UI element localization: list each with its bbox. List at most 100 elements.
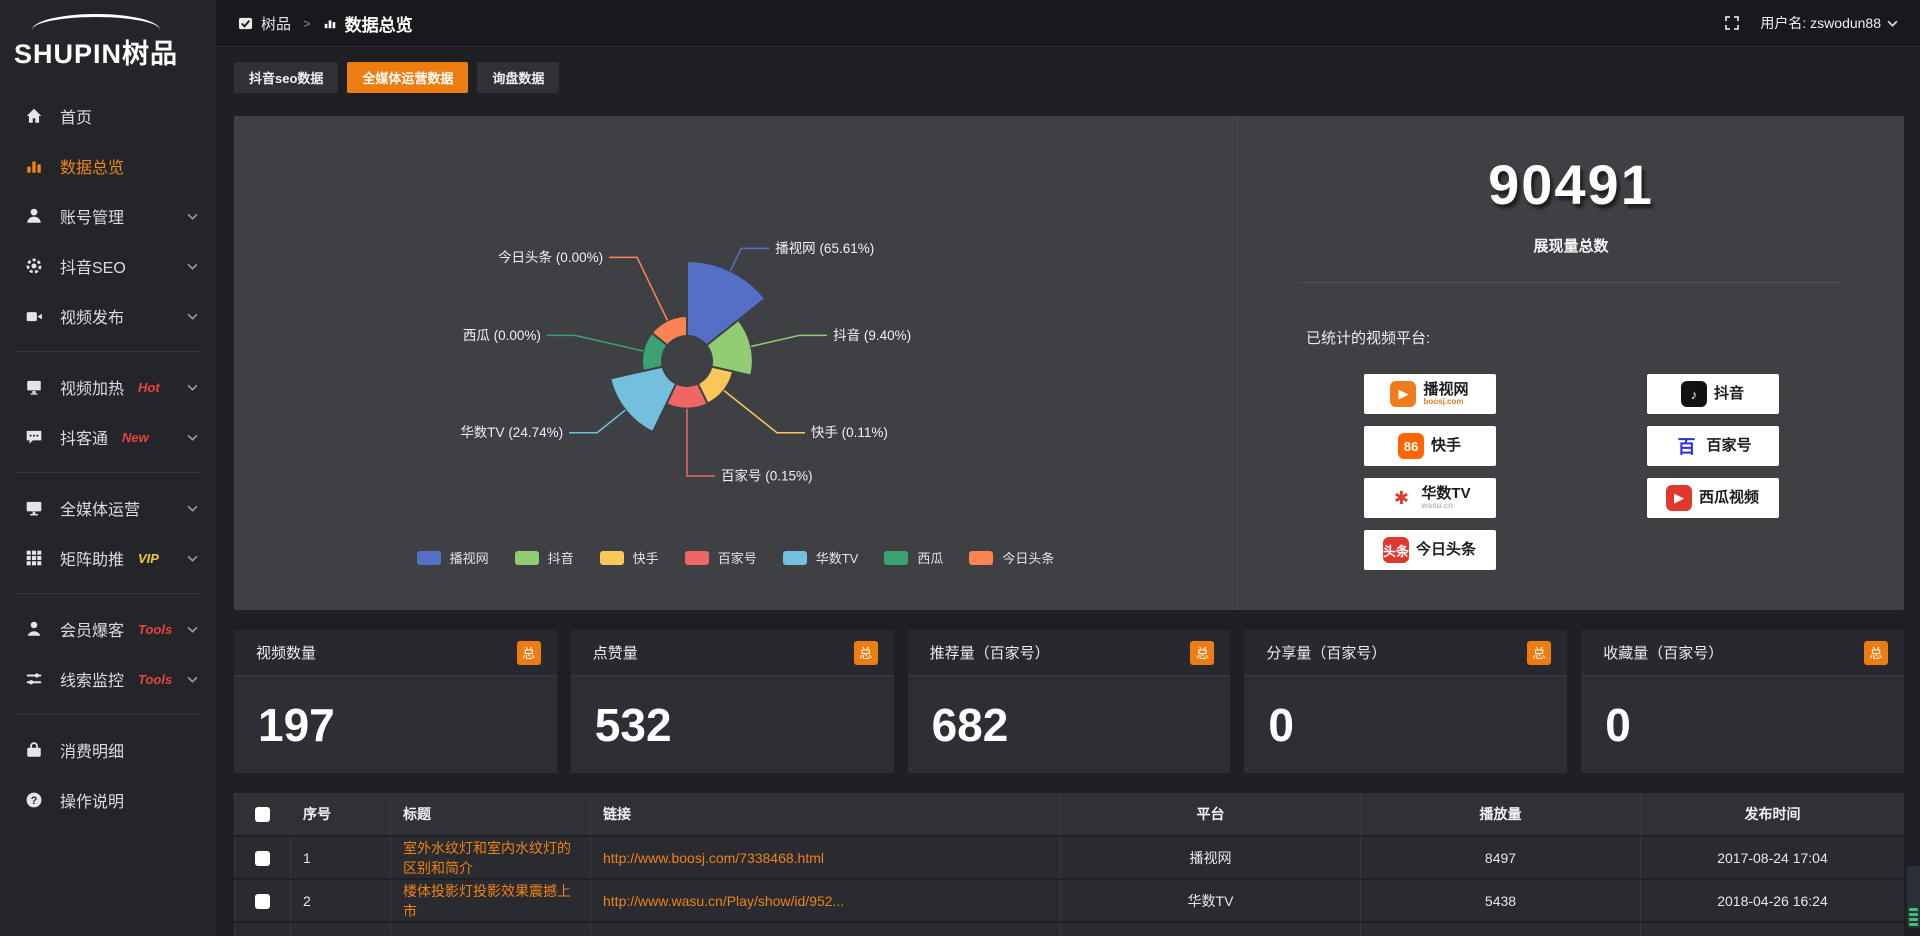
pie-label-line bbox=[730, 248, 769, 271]
legend-item-今日头条[interactable]: 今日头条 bbox=[969, 548, 1054, 567]
total-badge: 总 bbox=[1527, 641, 1551, 665]
breadcrumb-root[interactable]: 树品 bbox=[261, 13, 291, 34]
stat-card-1: 点赞量总532 bbox=[571, 630, 894, 773]
legend-item-华数TV[interactable]: 华数TV bbox=[783, 548, 859, 567]
chat-bubble-icon bbox=[24, 427, 44, 447]
sidebar-item-label: 操作说明 bbox=[60, 788, 124, 812]
tab-0[interactable]: 抖音seo数据 bbox=[234, 62, 338, 93]
screen-hot-icon bbox=[24, 377, 44, 397]
gear-icon bbox=[24, 256, 44, 276]
rose-chart-area: 播视网 (65.61%)抖音 (9.40%)快手 (0.11%)百家号 (0.1… bbox=[234, 116, 1237, 610]
grid-icon bbox=[24, 548, 44, 568]
video-url-link[interactable]: http://www.wasu.cn/Play/show/id/952... bbox=[591, 879, 1061, 922]
xigua-logo-icon: ▶ bbox=[1666, 485, 1692, 511]
sidebar-item-video-publish[interactable]: 视频发布 bbox=[0, 291, 216, 341]
chevron-down-icon bbox=[187, 555, 198, 562]
total-badge: 总 bbox=[1190, 641, 1214, 665]
video-url-link[interactable] bbox=[591, 922, 1061, 936]
tab-2[interactable]: 询盘数据 bbox=[477, 62, 559, 93]
stat-card-header: 收藏量（百家号）总 bbox=[1581, 630, 1904, 676]
monitor-icon bbox=[24, 498, 44, 518]
sidebar-item-douyin-seo[interactable]: 抖音SEO bbox=[0, 241, 216, 291]
home-icon bbox=[24, 106, 44, 126]
kuaishou-logo-icon: 86 bbox=[1398, 433, 1424, 459]
table-cell bbox=[1361, 922, 1641, 936]
chevron-down-icon bbox=[187, 434, 198, 441]
tab-1[interactable]: 全媒体运营数据 bbox=[347, 62, 468, 93]
pie-label: 华数TV (24.74%) bbox=[460, 425, 563, 440]
sidebar-item-label: 全媒体运营 bbox=[60, 496, 140, 520]
pie-slice-华数TV[interactable] bbox=[610, 367, 676, 432]
platform-name: 西瓜视频 bbox=[1699, 490, 1759, 506]
sidebar-item-label: 数据总览 bbox=[60, 154, 124, 178]
platform-name: 百家号 bbox=[1706, 438, 1751, 454]
video-url-link[interactable]: http://www.boosj.com/7338468.html bbox=[591, 836, 1061, 879]
fullscreen-icon[interactable] bbox=[1724, 15, 1740, 31]
select-all-checkbox[interactable] bbox=[255, 807, 270, 822]
legend-label: 播视网 bbox=[450, 548, 489, 567]
rose-pie-chart[interactable]: 播视网 (65.61%)抖音 (9.40%)快手 (0.11%)百家号 (0.1… bbox=[234, 116, 1237, 586]
topbar-right: 用户名: zswodun88 bbox=[1724, 13, 1898, 33]
platform-badge-baijiahao: 百百家号 bbox=[1647, 426, 1779, 466]
sidebar-item-tag: New bbox=[122, 430, 149, 445]
pie-label-line bbox=[724, 391, 805, 433]
stat-card-2: 推荐量（百家号）总682 bbox=[908, 630, 1231, 773]
legend-label: 百家号 bbox=[718, 548, 757, 567]
stat-card-header: 分享量（百家号） 总 bbox=[1244, 630, 1567, 676]
sidebar-item-media-operation[interactable]: 全媒体运营 bbox=[0, 483, 216, 533]
sidebar-item-tag: VIP bbox=[138, 551, 159, 566]
toutiao-logo-icon: 头条 bbox=[1383, 537, 1409, 563]
video-title-link[interactable] bbox=[391, 922, 591, 936]
legend-item-西瓜[interactable]: 西瓜 bbox=[884, 548, 943, 567]
row-checkbox[interactable] bbox=[255, 851, 270, 866]
stat-card-header: 视频数量总 bbox=[234, 630, 557, 676]
stat-card-header: 点赞量总 bbox=[571, 630, 894, 676]
breadcrumb-current: 数据总览 bbox=[345, 11, 413, 36]
legend-label: 快手 bbox=[633, 548, 659, 567]
video-table-wrap: 序号 标题 链接 平台 播放量 发布时间 1室外水纹灯和室内水纹灯的区别和简介h… bbox=[234, 793, 1904, 936]
pie-label-line bbox=[547, 335, 643, 351]
sidebar-item-operation-help[interactable]: ?操作说明 bbox=[0, 775, 216, 825]
legend-item-快手[interactable]: 快手 bbox=[600, 548, 659, 567]
video-title-link[interactable]: 楼体投影灯投影效果震撼上市 bbox=[391, 879, 591, 922]
boosj-logo-icon: ▶ bbox=[1390, 381, 1416, 407]
sidebar-item-data-overview[interactable]: 数据总览 bbox=[0, 141, 216, 191]
legend-swatch bbox=[515, 551, 539, 565]
douyin-logo-icon: ♪ bbox=[1681, 381, 1707, 407]
user-menu[interactable]: 用户名: zswodun88 bbox=[1760, 13, 1898, 33]
legend-item-播视网[interactable]: 播视网 bbox=[417, 548, 489, 567]
sidebar-item-clue-monitor[interactable]: 线索监控Tools bbox=[0, 654, 216, 704]
sidebar-item-matrix-boost[interactable]: 矩阵助推 VIP bbox=[0, 533, 216, 583]
total-badge: 总 bbox=[854, 641, 878, 665]
legend-item-抖音[interactable]: 抖音 bbox=[515, 548, 574, 567]
video-camera-icon bbox=[24, 306, 44, 326]
table-cell bbox=[235, 922, 291, 936]
stat-card-value: 0 bbox=[1581, 676, 1904, 752]
sidebar-item-member-baoke[interactable]: 会员爆客Tools bbox=[0, 604, 216, 654]
username-label: 用户名: zswodun88 bbox=[1760, 13, 1881, 33]
sidebar-item-douketong[interactable]: 抖客通New bbox=[0, 412, 216, 462]
platform-name: 华数TV bbox=[1421, 486, 1470, 502]
row-checkbox[interactable] bbox=[255, 894, 270, 909]
wasu-logo-icon: ✱ bbox=[1388, 485, 1414, 511]
sidebar-item-label: 视频发布 bbox=[60, 304, 124, 328]
person-icon bbox=[24, 619, 44, 639]
sidebar-item-consume-detail[interactable]: 消费明细 bbox=[0, 725, 216, 775]
sidebar-item-home[interactable]: 首页 bbox=[0, 91, 216, 141]
chevron-down-icon bbox=[187, 263, 198, 270]
sidebar-item-account-manage[interactable]: 账号管理 bbox=[0, 191, 216, 241]
video-title-link[interactable]: 室外水纹灯和室内水纹灯的区别和简介 bbox=[391, 836, 591, 879]
platform-badge-boosj: ▶播视网boosj.com bbox=[1364, 374, 1496, 414]
breadcrumb: 树品 > 数据总览 bbox=[238, 11, 413, 36]
floating-widget[interactable] bbox=[1907, 866, 1920, 928]
sidebar-item-label: 抖音SEO bbox=[60, 254, 126, 278]
sidebar-item-video-heat[interactable]: 视频加热Hot bbox=[0, 362, 216, 412]
stat-card-title: 分享量（百家号） bbox=[1266, 642, 1386, 663]
pie-label-line bbox=[751, 335, 827, 346]
sidebar-item-label: 矩阵助推 bbox=[60, 546, 124, 570]
pie-label: 西瓜 (0.00%) bbox=[463, 328, 541, 343]
legend-item-百家号[interactable]: 百家号 bbox=[685, 548, 757, 567]
stat-card-title: 收藏量（百家号） bbox=[1603, 642, 1723, 663]
sidebar-item-label: 首页 bbox=[60, 104, 92, 128]
sidebar-item-label: 线索监控 bbox=[60, 667, 124, 691]
